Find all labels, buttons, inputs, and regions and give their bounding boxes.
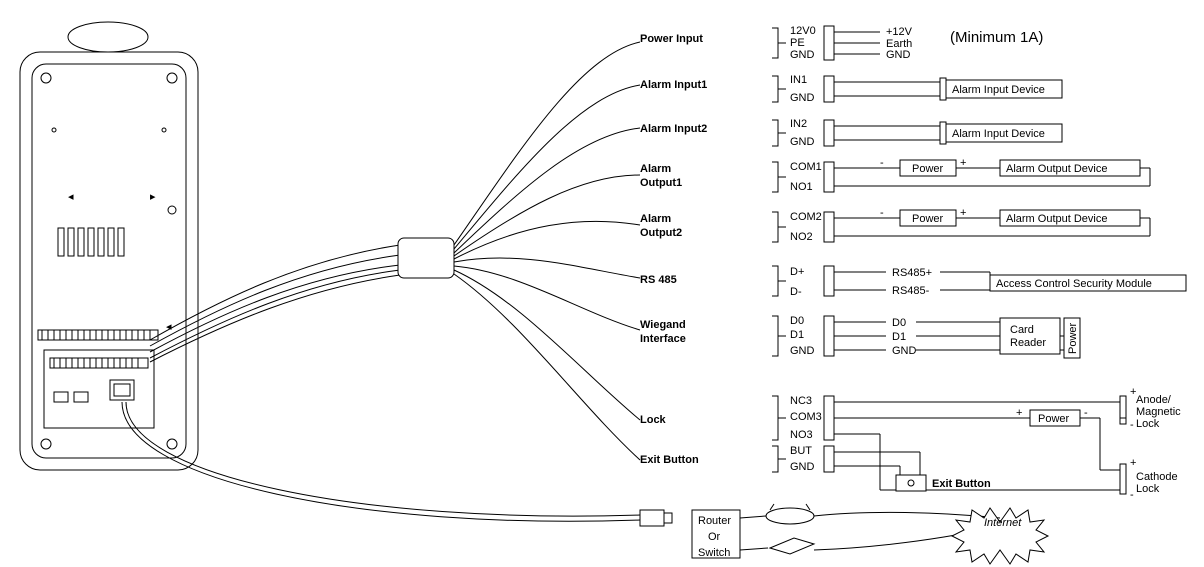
group-rs485: RS 485 D+ D- RS485+ RS485- Access Contro… <box>640 266 1186 298</box>
group-exit-button: Exit Button BUT GND Exit Button <box>640 445 991 491</box>
label-power-input: Power Input <box>640 33 703 45</box>
svg-text:12V0: 12V0 <box>790 25 816 37</box>
svg-text:NO1: NO1 <box>790 181 813 193</box>
device-body: ▸ ◂ ◂ <box>20 22 198 470</box>
svg-text:GND: GND <box>790 92 815 104</box>
svg-text:Internet: Internet <box>984 517 1022 529</box>
svg-text:COM1: COM1 <box>790 161 822 173</box>
svg-text:Cathode: Cathode <box>1136 471 1178 483</box>
svg-text:Alarm Input1: Alarm Input1 <box>640 79 707 91</box>
svg-text:Exit Button: Exit Button <box>932 478 991 490</box>
svg-text:-: - <box>1084 407 1088 419</box>
svg-text:Lock: Lock <box>1136 418 1160 430</box>
svg-text:-: - <box>1130 489 1134 501</box>
router-icon <box>766 504 814 524</box>
svg-text:+: + <box>1130 457 1136 469</box>
svg-text:-: - <box>880 207 884 219</box>
note-minimum-1a: (Minimum 1A) <box>950 29 1043 46</box>
group-alarm-input2: Alarm Input2 IN2 GND Alarm Input Device <box>640 118 1062 148</box>
svg-text:Interface: Interface <box>640 333 686 345</box>
svg-text:Alarm Input Device: Alarm Input Device <box>952 84 1045 96</box>
svg-text:Or: Or <box>708 531 721 543</box>
svg-text:IN1: IN1 <box>790 74 807 86</box>
svg-text:◂: ◂ <box>68 191 74 203</box>
svg-text:Anode/: Anode/ <box>1136 394 1172 406</box>
svg-text:GND: GND <box>790 136 815 148</box>
group-power-input: Power Input 12V0 PE GND +12V Earth GND (… <box>640 25 1043 61</box>
svg-text:D1: D1 <box>790 329 804 341</box>
svg-text:Power: Power <box>912 213 944 225</box>
svg-text:NO3: NO3 <box>790 429 813 441</box>
fanout-wires <box>454 42 640 460</box>
ethernet-cable <box>122 402 672 526</box>
svg-text:▸: ▸ <box>150 191 156 203</box>
svg-text:GND: GND <box>790 345 815 357</box>
svg-text:D0: D0 <box>790 315 804 327</box>
svg-text:Access Control Security Module: Access Control Security Module <box>996 278 1152 290</box>
svg-text:◂: ◂ <box>166 321 172 333</box>
svg-text:+: + <box>960 157 966 169</box>
svg-text:Output2: Output2 <box>640 227 682 239</box>
svg-text:GND: GND <box>790 461 815 473</box>
group-alarm-input1: Alarm Input1 IN1 GND Alarm Input Device <box>640 74 1062 104</box>
svg-text:BUT: BUT <box>790 445 812 457</box>
svg-text:Alarm Input Device: Alarm Input Device <box>952 128 1045 140</box>
svg-text:D+: D+ <box>790 266 804 278</box>
svg-text:-: - <box>880 157 884 169</box>
svg-text:Reader: Reader <box>1010 337 1046 349</box>
svg-text:+12V: +12V <box>886 26 913 38</box>
svg-text:D-: D- <box>790 286 802 298</box>
svg-text:Power: Power <box>1067 322 1079 354</box>
svg-text:Alarm Output Device: Alarm Output Device <box>1006 163 1107 175</box>
internet-icon: Internet <box>952 508 1048 564</box>
svg-text:Alarm: Alarm <box>640 213 671 225</box>
svg-text:Alarm: Alarm <box>640 163 671 175</box>
svg-text:COM3: COM3 <box>790 411 822 423</box>
svg-text:GND: GND <box>892 345 917 357</box>
group-alarm-output2: Alarm Output2 COM2 NO2 - Power + Alarm O… <box>640 207 1150 243</box>
svg-text:-: - <box>1130 419 1134 431</box>
svg-text:NO2: NO2 <box>790 231 813 243</box>
group-wiegand: Wiegand Interface D0 D1 GND D0 D1 GND Ca… <box>640 315 1080 358</box>
svg-text:Magnetic: Magnetic <box>1136 406 1181 418</box>
svg-text:Alarm Output Device: Alarm Output Device <box>1006 213 1107 225</box>
svg-text:GND: GND <box>790 49 815 61</box>
svg-text:Output1: Output1 <box>640 177 682 189</box>
svg-text:RS485+: RS485+ <box>892 267 932 279</box>
svg-text:Lock: Lock <box>1136 483 1160 495</box>
svg-text:PE: PE <box>790 37 805 49</box>
svg-text:D0: D0 <box>892 317 906 329</box>
vent-slots <box>58 228 124 256</box>
switch-icon <box>770 538 814 554</box>
svg-text:Router: Router <box>698 515 731 527</box>
svg-text:Wiegand: Wiegand <box>640 319 686 331</box>
svg-text:Exit Button: Exit Button <box>640 454 699 466</box>
svg-text:Lock: Lock <box>640 414 667 426</box>
svg-text:RS485-: RS485- <box>892 285 930 297</box>
group-alarm-output1: Alarm Output1 COM1 NO1 - Power + Alarm O… <box>640 157 1150 193</box>
svg-text:Alarm Input2: Alarm Input2 <box>640 123 707 135</box>
svg-text:COM2: COM2 <box>790 211 822 223</box>
svg-text:D1: D1 <box>892 331 906 343</box>
svg-text:IN2: IN2 <box>790 118 807 130</box>
svg-text:Power: Power <box>1038 413 1070 425</box>
svg-text:+: + <box>960 207 966 219</box>
svg-text:GND: GND <box>886 49 911 61</box>
group-network: Router Or Switch Internet <box>692 504 1048 564</box>
svg-text:RS 485: RS 485 <box>640 274 677 286</box>
svg-text:Switch: Switch <box>698 547 730 559</box>
svg-text:Card: Card <box>1010 324 1034 336</box>
svg-text:Power: Power <box>912 163 944 175</box>
wiring-diagram: ▸ ◂ ◂ <box>0 0 1204 567</box>
svg-text:+: + <box>1016 407 1022 419</box>
svg-text:NC3: NC3 <box>790 395 812 407</box>
terminal-block: ◂ <box>38 321 172 428</box>
